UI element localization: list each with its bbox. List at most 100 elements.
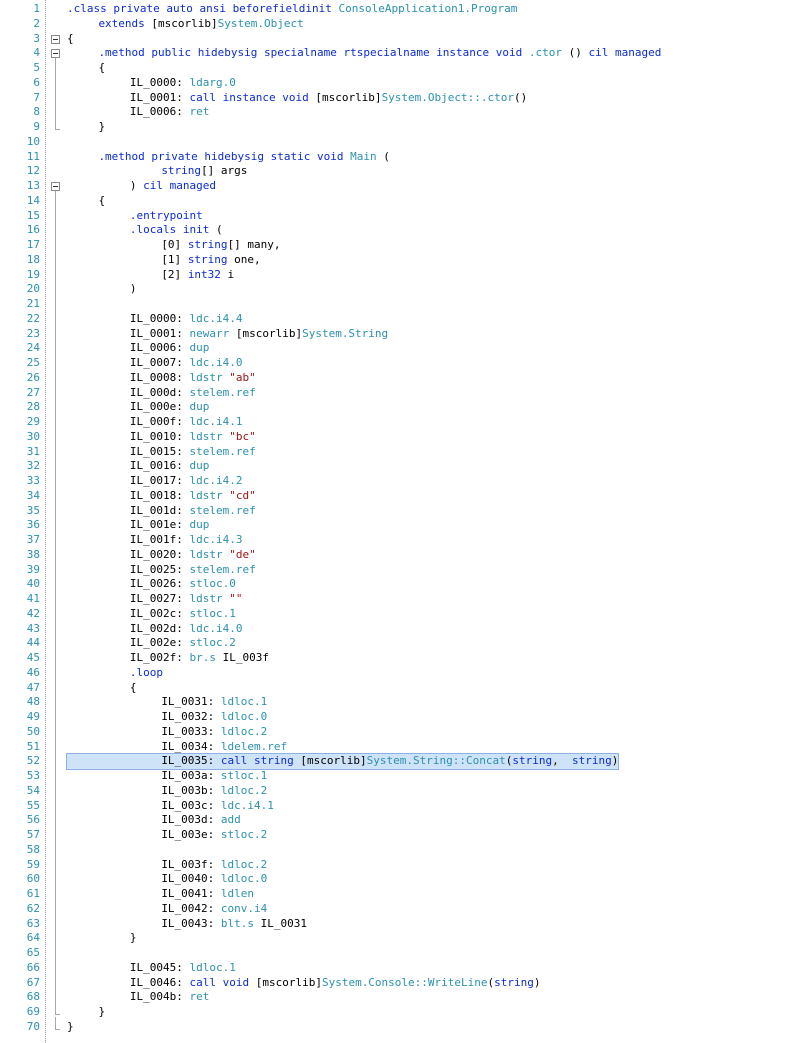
code-token: string [187,238,228,251]
code-line[interactable]: 56 IL_003d: add [0,813,788,828]
code-line[interactable]: 69} [0,1005,788,1020]
code-line[interactable]: 66 IL_0045: ldloc.1 [0,961,788,976]
code-line[interactable]: 27 IL_000d: stelem.ref [0,386,788,401]
code-line[interactable]: 55 IL_003c: ldc.i4.1 [0,799,788,814]
code-token: IL_0017: [129,474,190,487]
code-line[interactable]: 16 .locals init ( [0,223,788,238]
code-line[interactable]: 50 IL_0033: ldloc.2 [0,725,788,740]
code-line[interactable]: 60 IL_0040: ldloc.0 [0,872,788,887]
code-line[interactable]: 65 [0,946,788,961]
code-line[interactable]: 2 extends [mscorlib]System.Object [0,17,788,32]
code-line[interactable]: 24 IL_0006: dup [0,341,788,356]
code-line[interactable]: 19 [2] int32 i [0,268,788,283]
code-token: IL_0031: [161,695,221,709]
code-line[interactable]: 61 IL_0041: ldlen [0,887,788,902]
code-line[interactable]: 41 IL_0027: ldstr "" [0,592,788,607]
code-line[interactable]: 67 IL_0046: call void [mscorlib]System.Co… [0,976,788,991]
code-token: IL_000f: [129,415,190,428]
line-number: 69 [26,1005,40,1018]
code-line[interactable]: 13) cil managed [0,179,788,194]
code-token: stloc.0 [189,577,236,591]
line-number: 12 [26,164,40,178]
code-line[interactable]: 47 { [0,681,788,696]
code-line[interactable]: 4 .method public hidebysig specialname rt… [0,46,788,61]
code-line[interactable]: 20) [0,282,788,297]
code-line[interactable]: 15 .entrypoint [0,209,788,224]
code-line[interactable]: 23 IL_0001: newarr [mscorlib]System.Strin… [0,327,788,342]
code-editor[interactable]: 1 .class private auto ansi beforefieldini… [0,0,788,1043]
code-token: ldloc.0 [220,710,268,723]
line-code: string[] args [67,164,247,179]
line-code: IL_003f: ldloc.2 [67,858,267,873]
code-line[interactable]: 40 IL_0026: stloc.0 [0,577,788,592]
code-line[interactable]: 14 { [0,194,788,209]
code-line[interactable]: 62 IL_0042: conv.i4 [0,902,788,917]
line-code: IL_002f: br.s IL_003f [67,651,269,666]
code-line[interactable]: 29 IL_000f: ldc.i4.1 [0,415,788,430]
code-line[interactable]: 35 IL_001d: stelem.ref [0,504,788,519]
code-line[interactable]: 59 IL_003f: ldloc.2 [0,858,788,873]
code-line[interactable]: 10 [0,135,788,150]
line-number: 57 [26,828,40,841]
code-line[interactable]: 68 IL_004b: ret [0,990,788,1005]
code-line[interactable]: 52 IL_0035: call string [mscorlib]System.… [0,753,788,770]
code-line[interactable]: 32 IL_0016: dup [0,459,788,474]
line-code: IL_001e: dup [67,518,209,533]
code-line[interactable]: 36 IL_001e: dup [0,518,788,533]
code-line[interactable]: 54 IL_003b: ldloc.2 [0,784,788,799]
code-line[interactable]: 8 IL_0006: ret [0,105,788,120]
code-line[interactable]: 31 IL_0015: stelem.ref [0,445,788,460]
code-line[interactable]: 57 IL_003e: stloc.2 [0,828,788,843]
code-token: string [512,754,553,768]
code-line[interactable]: 43 IL_002d: ldc.i4.0 [0,622,788,637]
code-line[interactable]: 64} [0,931,788,946]
code-line[interactable]: 46 .loop [0,666,788,681]
line-number: 10 [26,134,40,148]
code-token: System.Object::.ctor [381,90,515,104]
code-token: .method public hidebysig specialname rts… [98,46,529,60]
code-line[interactable]: 9} [0,120,788,135]
code-line[interactable]: 48 IL_0031: ldloc.1 [0,695,788,710]
code-line[interactable]: 53 IL_003a: stloc.1 [0,769,788,784]
code-line[interactable]: 51 IL_0034: ldelem.ref [0,740,788,755]
code-line[interactable]: 28 IL_000e: dup [0,400,788,415]
code-line[interactable]: 3{ [0,32,788,47]
code-line[interactable]: 45 IL_002f: br.s IL_003f [0,651,788,666]
code-line[interactable]: 22 IL_0000: ldc.i4.4 [0,312,788,327]
line-code: extends [mscorlib]System.Object [67,17,303,32]
line-number: 64 [26,931,40,945]
code-token: IL_003e: [161,828,221,841]
code-line[interactable]: 12 string[] args [0,164,788,179]
code-line[interactable]: 33 IL_0017: ldc.i4.2 [0,474,788,489]
code-token: IL_003d: [161,813,221,827]
code-line[interactable]: 30 IL_0010: ldstr "bc" [0,430,788,445]
line-code: IL_0006: ret [67,105,209,120]
code-token: Main [350,149,377,163]
code-line[interactable]: 25 IL_0007: ldc.i4.0 [0,356,788,371]
code-token: ldc.i4.2 [189,474,243,487]
code-line[interactable]: 58 [0,843,788,858]
code-line[interactable]: 49 IL_0032: ldloc.0 [0,710,788,725]
code-line[interactable]: 1 .class private auto ansi beforefieldini… [0,2,788,17]
code-line[interactable]: 39 IL_0025: stelem.ref [0,563,788,578]
code-token: string [571,754,612,768]
code-line[interactable]: 7 IL_0001: call instance void [mscorlib]S… [0,91,788,106]
code-line[interactable]: 38 IL_0020: ldstr "de" [0,548,788,563]
code-line[interactable]: 18 [1] string one, [0,253,788,268]
code-line[interactable]: 6 IL_0000: ldarg.0 [0,76,788,91]
code-line[interactable]: 21 [0,297,788,312]
line-code: ) cil managed [67,179,216,194]
code-line[interactable]: 63 IL_0043: blt.s IL_0031 [0,917,788,932]
code-line[interactable]: 17 [0] string[] many, [0,238,788,253]
code-line[interactable]: 34 IL_0018: ldstr "cd" [0,489,788,504]
line-code: IL_0001: newarr [mscorlib]System.String [67,327,388,342]
code-token: IL_0040: [161,872,221,886]
code-line[interactable]: 44 IL_002e: stloc.2 [0,636,788,651]
code-line[interactable]: 11 .method private hidebysig static void … [0,150,788,165]
code-line[interactable]: 70} [0,1020,788,1035]
code-line[interactable]: 5{ [0,61,788,76]
code-line[interactable]: 26 IL_0008: ldstr "ab" [0,371,788,386]
line-number: 58 [26,842,40,856]
code-line[interactable]: 37 IL_001f: ldc.i4.3 [0,533,788,548]
code-line[interactable]: 42 IL_002c: stloc.1 [0,607,788,622]
